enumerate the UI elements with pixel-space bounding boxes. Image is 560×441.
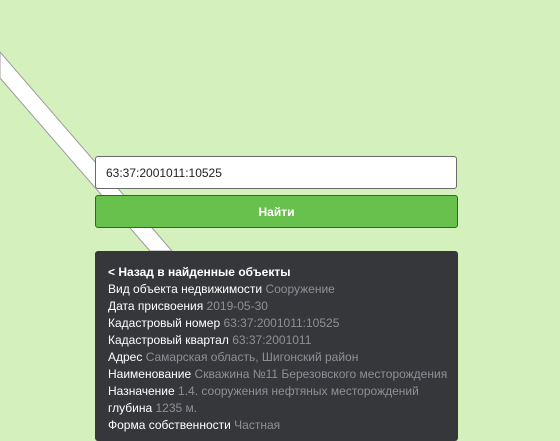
field-object-type: Вид объекта недвижимости Сооружение	[108, 281, 446, 298]
object-info-panel: < Назад в найденные объекты Вид объекта …	[95, 251, 458, 441]
field-value: Самарская область, Шигонский район	[145, 350, 359, 364]
field-value: 2019-05-30	[206, 299, 268, 313]
cadastral-search-input[interactable]	[95, 156, 457, 189]
field-label: Форма собственности	[108, 418, 231, 432]
field-address: Адрес Самарская область, Шигонский район	[108, 349, 446, 366]
field-label: Назначение	[108, 384, 175, 398]
field-label: Кадастровый номер	[108, 316, 221, 330]
field-label: Наименование	[108, 367, 192, 381]
field-cadastral-quarter: Кадастровый квартал 63:37:2001011	[108, 332, 446, 349]
field-label: Вид объекта недвижимости	[108, 282, 263, 296]
field-value: Скважина №11 Березовского месторождения	[194, 367, 448, 381]
find-button[interactable]: Найти	[95, 195, 458, 228]
field-depth: глубина 1235 м.	[108, 400, 446, 417]
field-label: Адрес	[108, 350, 143, 364]
field-value: 1.4. сооружения нефтяных месторождений	[178, 384, 419, 398]
field-value: Частная	[234, 418, 281, 432]
field-label: Кадастровый квартал	[108, 333, 229, 347]
field-purpose: Назначение 1.4. сооружения нефтяных мест…	[108, 383, 446, 400]
field-ownership-form: Форма собственности Частная	[108, 417, 446, 434]
field-assignment-date: Дата присвоения 2019-05-30	[108, 298, 446, 315]
field-label: Дата присвоения	[108, 299, 204, 313]
field-value: 63:37:2001011	[232, 333, 312, 347]
field-label: глубина	[108, 401, 153, 415]
field-cadastral-number: Кадастровый номер 63:37:2001011:10525	[108, 315, 446, 332]
back-to-results-link[interactable]: < Назад в найденные объекты	[108, 264, 446, 281]
field-value: Сооружение	[265, 282, 335, 296]
field-name: Наименование Скважина №11 Березовского м…	[108, 366, 448, 383]
field-value: 63:37:2001011:10525	[223, 316, 340, 330]
field-value: 1235 м.	[155, 401, 198, 415]
